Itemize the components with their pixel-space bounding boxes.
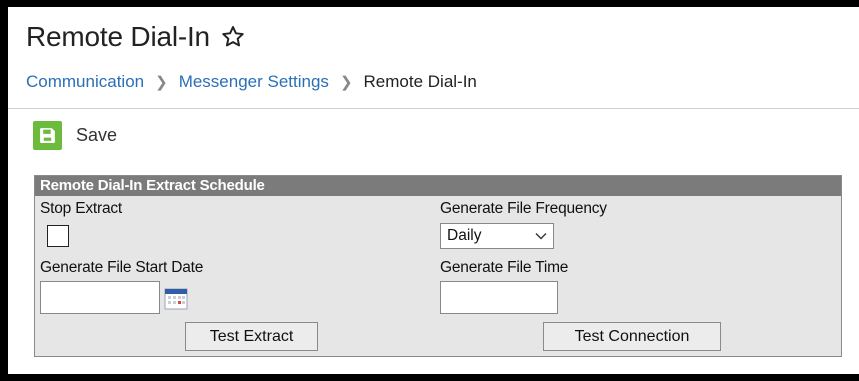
page-title: Remote Dial-In [26, 21, 210, 52]
file-time-label: Generate File Time [440, 259, 569, 276]
breadcrumb-communication[interactable]: Communication [26, 72, 144, 92]
panel-header: Remote Dial-In Extract Schedule [35, 176, 841, 196]
start-date-label: Generate File Start Date [40, 259, 204, 276]
page-header: Remote Dial-In [26, 21, 246, 53]
save-button[interactable]: Save [33, 121, 117, 150]
save-label: Save [76, 125, 118, 145]
frequency-value: Daily [447, 227, 482, 244]
frequency-select[interactable]: Daily [440, 223, 554, 249]
calendar-icon[interactable] [161, 288, 189, 310]
test-extract-button[interactable]: Test Extract [185, 322, 318, 351]
chevron-right-icon: ❯ [155, 74, 168, 91]
frequency-label: Generate File Frequency [440, 200, 607, 217]
stop-extract-checkbox[interactable] [47, 225, 69, 247]
extract-schedule-panel: Remote Dial-In Extract Schedule Stop Ext… [34, 175, 842, 357]
start-date-input[interactable] [40, 281, 160, 314]
chevron-down-icon [535, 233, 547, 240]
file-time-input[interactable] [440, 281, 558, 314]
stop-extract-label: Stop Extract [40, 200, 123, 217]
breadcrumb-messenger-settings[interactable]: Messenger Settings [179, 72, 329, 92]
breadcrumb-current: Remote Dial-In [363, 72, 477, 91]
star-icon[interactable] [220, 24, 246, 50]
chevron-right-icon: ❯ [339, 74, 353, 91]
save-icon [33, 121, 62, 150]
header-divider [8, 108, 859, 109]
breadcrumb: Communication ❯ Messenger Settings ❯ Rem… [26, 72, 477, 92]
test-connection-button[interactable]: Test Connection [543, 322, 721, 351]
page-frame: Remote Dial-In Communication ❯ Messenger… [8, 7, 859, 374]
